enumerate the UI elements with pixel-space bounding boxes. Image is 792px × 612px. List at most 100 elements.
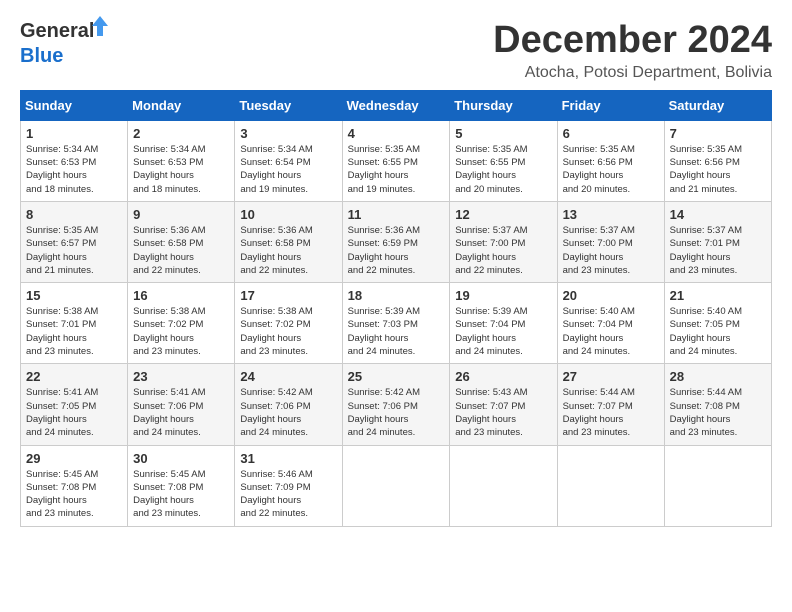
cell-text: Sunrise: 5:43 AMSunset: 7:07 PMDaylight … (455, 387, 527, 438)
header-friday: Friday (557, 90, 664, 120)
table-row: 12 Sunrise: 5:37 AMSunset: 7:00 PMDaylig… (450, 201, 557, 282)
table-row (557, 445, 664, 526)
cell-text: Sunrise: 5:34 AMSunset: 6:53 PMDaylight … (133, 144, 205, 195)
table-row: 13 Sunrise: 5:37 AMSunset: 7:00 PMDaylig… (557, 201, 664, 282)
cell-text: Sunrise: 5:44 AMSunset: 7:07 PMDaylight … (563, 387, 635, 438)
cell-text: Sunrise: 5:35 AMSunset: 6:57 PMDaylight … (26, 225, 98, 276)
cell-text: Sunrise: 5:37 AMSunset: 7:01 PMDaylight … (670, 225, 742, 276)
logo-blue-row: Blue (20, 45, 63, 68)
day-number: 18 (348, 288, 445, 303)
table-row: 19 Sunrise: 5:39 AMSunset: 7:04 PMDaylig… (450, 283, 557, 364)
cell-text: Sunrise: 5:45 AMSunset: 7:08 PMDaylight … (26, 469, 98, 520)
day-number: 26 (455, 369, 551, 384)
day-number: 3 (240, 126, 336, 141)
day-number: 9 (133, 207, 229, 222)
logo-general: General (20, 20, 94, 42)
day-number: 11 (348, 207, 445, 222)
day-number: 7 (670, 126, 766, 141)
cell-text: Sunrise: 5:39 AMSunset: 7:03 PMDaylight … (348, 306, 420, 357)
table-row (664, 445, 771, 526)
day-number: 17 (240, 288, 336, 303)
cell-text: Sunrise: 5:36 AMSunset: 6:58 PMDaylight … (240, 225, 312, 276)
day-number: 13 (563, 207, 659, 222)
calendar-week-row: 1 Sunrise: 5:34 AMSunset: 6:53 PMDayligh… (21, 120, 772, 201)
table-row: 11 Sunrise: 5:36 AMSunset: 6:59 PMDaylig… (342, 201, 450, 282)
day-number: 30 (133, 451, 229, 466)
cell-text: Sunrise: 5:42 AMSunset: 7:06 PMDaylight … (348, 387, 420, 438)
day-number: 19 (455, 288, 551, 303)
cell-text: Sunrise: 5:45 AMSunset: 7:08 PMDaylight … (133, 469, 205, 520)
table-row: 24 Sunrise: 5:42 AMSunset: 7:06 PMDaylig… (235, 364, 342, 445)
cell-text: Sunrise: 5:34 AMSunset: 6:54 PMDaylight … (240, 144, 312, 195)
table-row: 16 Sunrise: 5:38 AMSunset: 7:02 PMDaylig… (128, 283, 235, 364)
cell-text: Sunrise: 5:35 AMSunset: 6:55 PMDaylight … (455, 144, 527, 195)
page-header: General Blue December 2024 Atocha, Potos… (20, 20, 772, 82)
cell-text: Sunrise: 5:39 AMSunset: 7:04 PMDaylight … (455, 306, 527, 357)
table-row: 17 Sunrise: 5:38 AMSunset: 7:02 PMDaylig… (235, 283, 342, 364)
table-row: 26 Sunrise: 5:43 AMSunset: 7:07 PMDaylig… (450, 364, 557, 445)
table-row: 1 Sunrise: 5:34 AMSunset: 6:53 PMDayligh… (21, 120, 128, 201)
table-row: 4 Sunrise: 5:35 AMSunset: 6:55 PMDayligh… (342, 120, 450, 201)
table-row: 10 Sunrise: 5:36 AMSunset: 6:58 PMDaylig… (235, 201, 342, 282)
table-row: 18 Sunrise: 5:39 AMSunset: 7:03 PMDaylig… (342, 283, 450, 364)
table-row: 2 Sunrise: 5:34 AMSunset: 6:53 PMDayligh… (128, 120, 235, 201)
logo-triangle (92, 16, 108, 36)
calendar-header-row: Sunday Monday Tuesday Wednesday Thursday… (21, 90, 772, 120)
header-saturday: Saturday (664, 90, 771, 120)
cell-text: Sunrise: 5:41 AMSunset: 7:06 PMDaylight … (133, 387, 205, 438)
calendar-week-row: 15 Sunrise: 5:38 AMSunset: 7:01 PMDaylig… (21, 283, 772, 364)
table-row: 21 Sunrise: 5:40 AMSunset: 7:05 PMDaylig… (664, 283, 771, 364)
day-number: 6 (563, 126, 659, 141)
cell-text: Sunrise: 5:34 AMSunset: 6:53 PMDaylight … (26, 144, 98, 195)
logo-icon-wrapper: General (20, 20, 94, 43)
day-number: 29 (26, 451, 122, 466)
cell-text: Sunrise: 5:36 AMSunset: 6:59 PMDaylight … (348, 225, 420, 276)
day-number: 4 (348, 126, 445, 141)
header-wednesday: Wednesday (342, 90, 450, 120)
day-number: 10 (240, 207, 336, 222)
table-row: 28 Sunrise: 5:44 AMSunset: 7:08 PMDaylig… (664, 364, 771, 445)
cell-text: Sunrise: 5:36 AMSunset: 6:58 PMDaylight … (133, 225, 205, 276)
month-title: December 2024 (493, 20, 772, 62)
table-row: 29 Sunrise: 5:45 AMSunset: 7:08 PMDaylig… (21, 445, 128, 526)
cell-text: Sunrise: 5:46 AMSunset: 7:09 PMDaylight … (240, 469, 312, 520)
cell-text: Sunrise: 5:37 AMSunset: 7:00 PMDaylight … (455, 225, 527, 276)
cell-text: Sunrise: 5:40 AMSunset: 7:05 PMDaylight … (670, 306, 742, 357)
cell-text: Sunrise: 5:44 AMSunset: 7:08 PMDaylight … (670, 387, 742, 438)
table-row: 9 Sunrise: 5:36 AMSunset: 6:58 PMDayligh… (128, 201, 235, 282)
day-number: 27 (563, 369, 659, 384)
location-title: Atocha, Potosi Department, Bolivia (493, 64, 772, 82)
cell-text: Sunrise: 5:38 AMSunset: 7:01 PMDaylight … (26, 306, 98, 357)
cell-text: Sunrise: 5:37 AMSunset: 7:00 PMDaylight … (563, 225, 635, 276)
table-row: 7 Sunrise: 5:35 AMSunset: 6:56 PMDayligh… (664, 120, 771, 201)
day-number: 2 (133, 126, 229, 141)
table-row: 8 Sunrise: 5:35 AMSunset: 6:57 PMDayligh… (21, 201, 128, 282)
table-row: 6 Sunrise: 5:35 AMSunset: 6:56 PMDayligh… (557, 120, 664, 201)
day-number: 8 (26, 207, 122, 222)
cell-text: Sunrise: 5:35 AMSunset: 6:56 PMDaylight … (563, 144, 635, 195)
header-sunday: Sunday (21, 90, 128, 120)
day-number: 12 (455, 207, 551, 222)
day-number: 24 (240, 369, 336, 384)
day-number: 14 (670, 207, 766, 222)
logo-container: General (20, 20, 94, 43)
table-row (342, 445, 450, 526)
table-row: 22 Sunrise: 5:41 AMSunset: 7:05 PMDaylig… (21, 364, 128, 445)
table-row: 5 Sunrise: 5:35 AMSunset: 6:55 PMDayligh… (450, 120, 557, 201)
day-number: 21 (670, 288, 766, 303)
table-row: 14 Sunrise: 5:37 AMSunset: 7:01 PMDaylig… (664, 201, 771, 282)
table-row: 25 Sunrise: 5:42 AMSunset: 7:06 PMDaylig… (342, 364, 450, 445)
header-thursday: Thursday (450, 90, 557, 120)
calendar-week-row: 29 Sunrise: 5:45 AMSunset: 7:08 PMDaylig… (21, 445, 772, 526)
day-number: 15 (26, 288, 122, 303)
day-number: 20 (563, 288, 659, 303)
day-number: 16 (133, 288, 229, 303)
day-number: 25 (348, 369, 445, 384)
cell-text: Sunrise: 5:35 AMSunset: 6:55 PMDaylight … (348, 144, 420, 195)
header-monday: Monday (128, 90, 235, 120)
day-number: 5 (455, 126, 551, 141)
table-row: 31 Sunrise: 5:46 AMSunset: 7:09 PMDaylig… (235, 445, 342, 526)
day-number: 31 (240, 451, 336, 466)
day-number: 22 (26, 369, 122, 384)
table-row: 27 Sunrise: 5:44 AMSunset: 7:07 PMDaylig… (557, 364, 664, 445)
